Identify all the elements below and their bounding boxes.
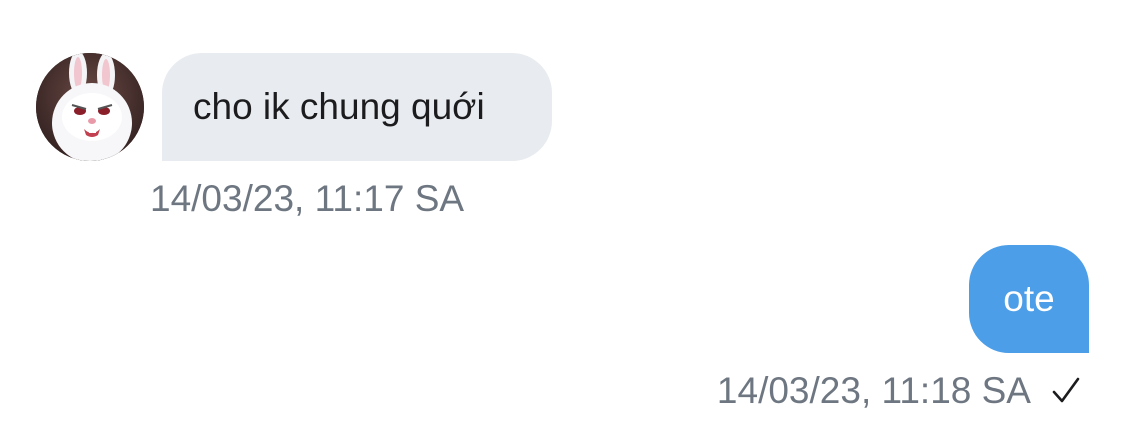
outgoing-timestamp: 14/03/23, 11:18 SA: [716, 370, 1031, 411]
checkmark-icon: [1049, 374, 1083, 408]
sender-avatar[interactable]: [36, 53, 144, 161]
outgoing-meta: 14/03/23, 11:18 SA: [717, 370, 1083, 412]
incoming-message-bubble[interactable]: cho ik chung quới: [162, 53, 552, 161]
outgoing-message-bubble[interactable]: ote: [969, 245, 1089, 353]
incoming-timestamp: 14/03/23, 11:17 SA: [150, 178, 465, 219]
incoming-message-text: cho ik chung quới: [193, 86, 485, 127]
bunny-avatar-icon: [36, 53, 144, 161]
outgoing-message-text: ote: [1003, 278, 1055, 319]
